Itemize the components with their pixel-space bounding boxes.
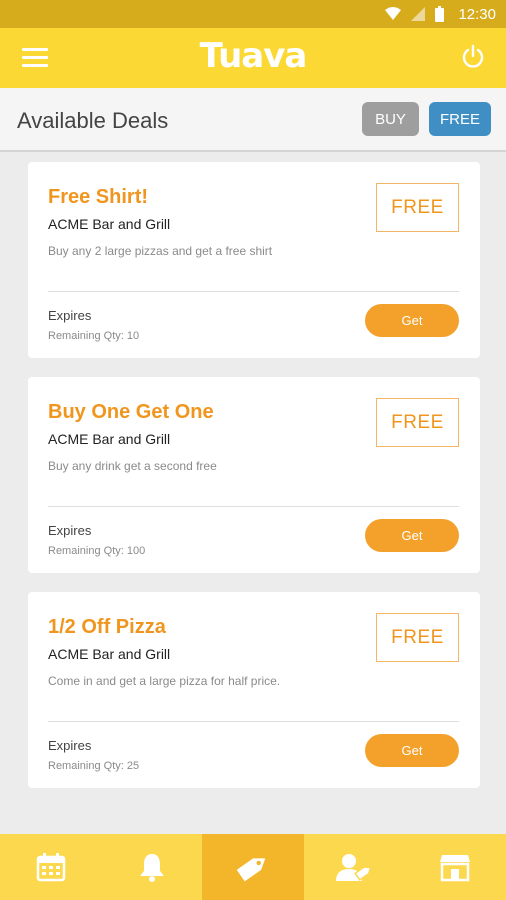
deal-price-badge: FREE xyxy=(376,613,459,662)
battery-icon xyxy=(435,6,445,22)
store-icon xyxy=(440,855,471,882)
deal-price-badge: FREE xyxy=(376,183,459,232)
deal-remaining-qty: Remaining Qty: 100 xyxy=(48,545,146,557)
deal-title: Buy One Get One xyxy=(48,401,214,423)
page-title: Available Deals xyxy=(17,108,169,133)
signal-icon xyxy=(411,7,426,21)
deal-divider xyxy=(48,506,459,507)
free-filter-button[interactable]: FREE xyxy=(429,102,491,136)
app-bar: Tuava xyxy=(0,28,506,88)
bottom-nav xyxy=(0,834,506,900)
deal-description: Buy any 2 large pizzas and get a free sh… xyxy=(48,244,273,258)
nav-profile[interactable] xyxy=(304,834,405,900)
deal-merchant: ACME Bar and Grill xyxy=(48,431,171,447)
deal-list[interactable]: Free Shirt! ACME Bar and Grill Buy any 2… xyxy=(0,152,506,834)
nav-deals[interactable] xyxy=(202,834,304,900)
deals-header: Available Deals BUY FREE xyxy=(0,88,506,152)
calendar-icon xyxy=(36,853,65,882)
deal-merchant: ACME Bar and Grill xyxy=(48,646,171,662)
deal-expires-label: Expires xyxy=(48,738,92,753)
deal-remaining-qty: Remaining Qty: 25 xyxy=(48,760,140,772)
app-logo: Tuava xyxy=(199,36,308,76)
nav-calendar[interactable] xyxy=(0,834,101,900)
bell-icon xyxy=(139,854,164,882)
wifi-icon xyxy=(385,7,402,20)
get-deal-button[interactable]: Get xyxy=(365,519,459,552)
status-time: 12:30 xyxy=(458,5,496,23)
buy-filter-button[interactable]: BUY xyxy=(362,102,419,136)
tag-icon xyxy=(236,858,266,882)
deal-merchant: ACME Bar and Grill xyxy=(48,216,171,232)
deal-title: 1/2 Off Pizza xyxy=(48,616,166,638)
status-icons: 12:30 xyxy=(385,0,496,28)
power-icon[interactable] xyxy=(460,44,486,70)
get-deal-button[interactable]: Get xyxy=(365,304,459,337)
deal-expires-label: Expires xyxy=(48,523,92,538)
deal-description: Buy any drink get a second free xyxy=(48,459,217,473)
deal-divider xyxy=(48,721,459,722)
nav-notifications[interactable] xyxy=(101,834,202,900)
deal-remaining-qty: Remaining Qty: 10 xyxy=(48,330,140,342)
status-bar: 12:30 xyxy=(0,0,506,28)
deal-card[interactable]: 1/2 Off Pizza ACME Bar and Grill Come in… xyxy=(28,592,480,788)
nav-stores[interactable] xyxy=(405,834,506,900)
deal-card[interactable]: Buy One Get One ACME Bar and Grill Buy a… xyxy=(28,377,480,573)
deal-title: Free Shirt! xyxy=(48,186,149,208)
user-tag-icon xyxy=(336,854,372,881)
deal-price-badge: FREE xyxy=(376,398,459,447)
get-deal-button[interactable]: Get xyxy=(365,734,459,767)
deal-card[interactable]: Free Shirt! ACME Bar and Grill Buy any 2… xyxy=(28,162,480,358)
deal-expires-label: Expires xyxy=(48,308,92,323)
deal-divider xyxy=(48,291,459,292)
deal-description: Come in and get a large pizza for half p… xyxy=(48,674,281,688)
